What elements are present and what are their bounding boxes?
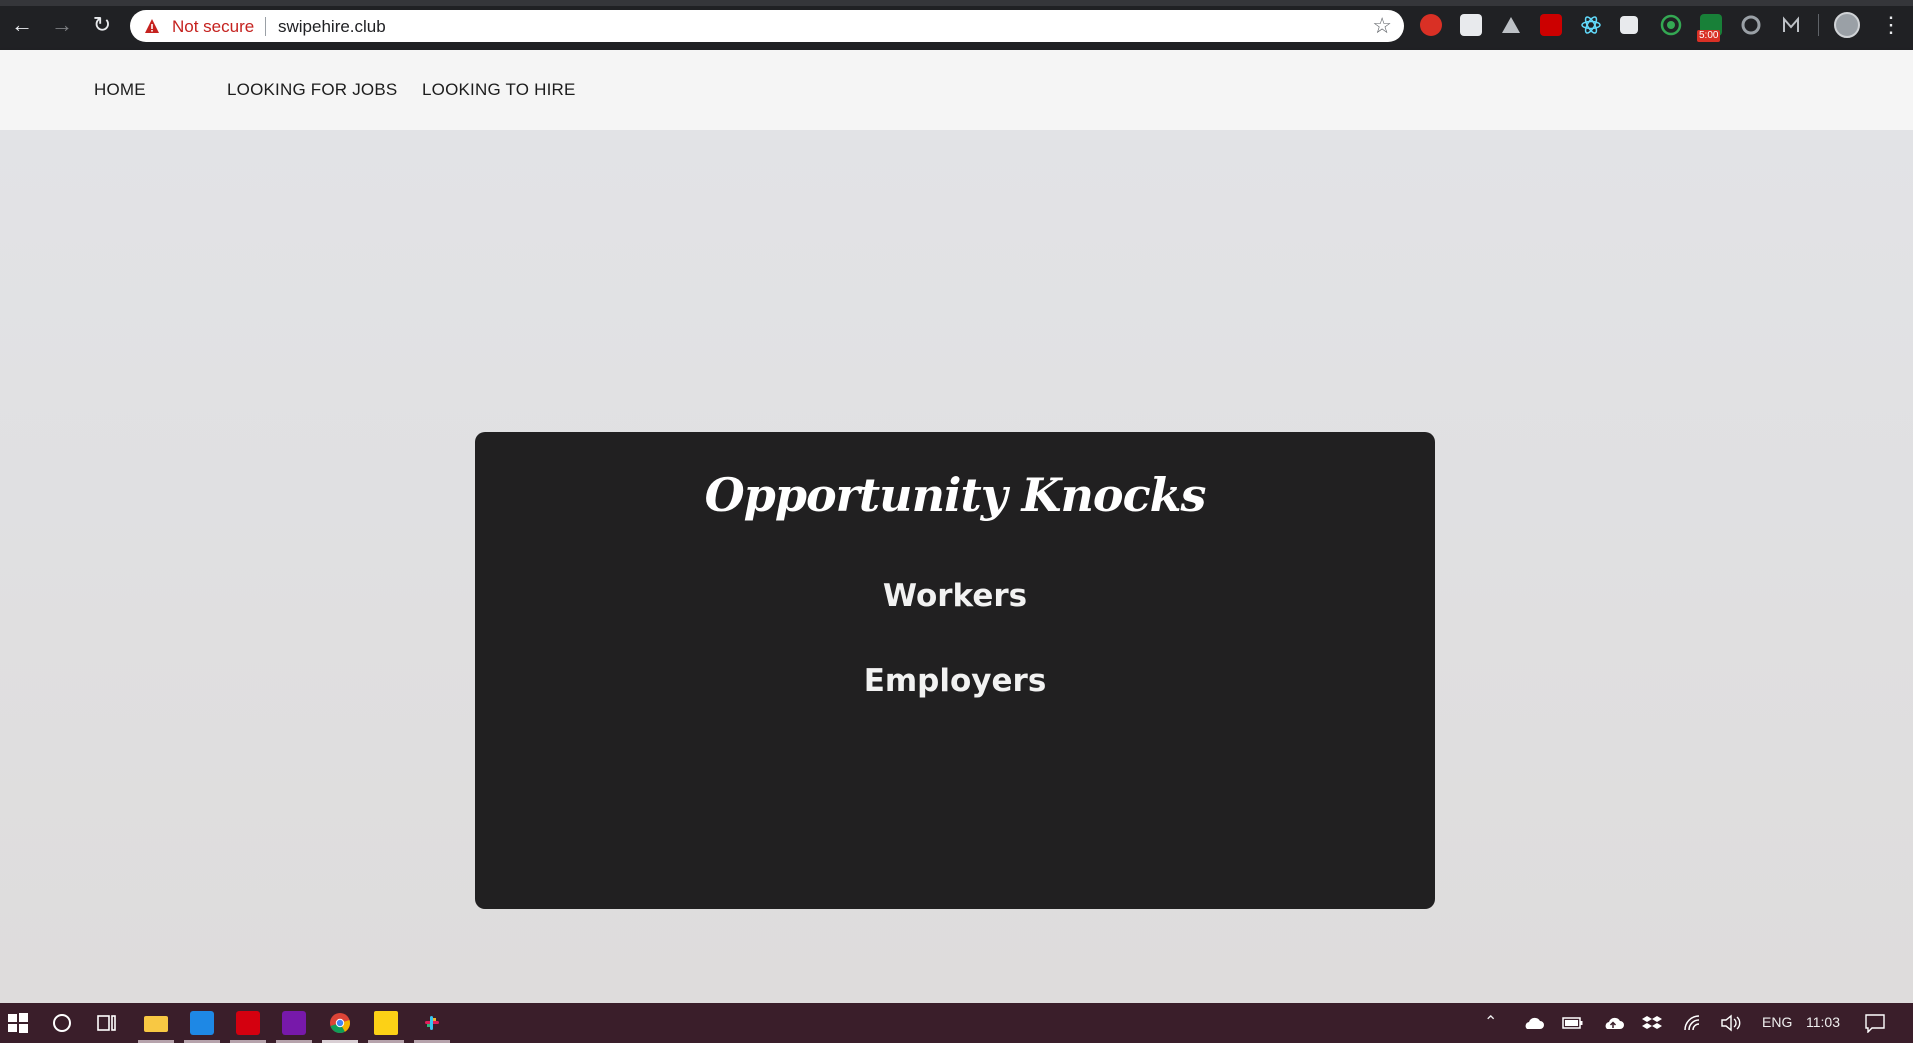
extension-grammarly-icon[interactable] xyxy=(1740,14,1762,36)
extension-grid-icon[interactable] xyxy=(1620,16,1638,34)
extension-adblock-icon[interactable] xyxy=(1420,14,1442,36)
extension-react-icon[interactable] xyxy=(1580,14,1602,36)
tab-strip-edge xyxy=(0,0,1913,6)
toolbar-divider xyxy=(1818,14,1819,36)
url-text[interactable]: swipehire.club xyxy=(278,17,386,37)
nav-looking-to-hire-link[interactable]: LOOKING TO HIRE xyxy=(422,80,576,100)
vscode-icon[interactable] xyxy=(190,1011,214,1035)
extension-target-icon[interactable] xyxy=(1660,14,1682,36)
address-bar[interactable]: Not secure swipehire.club ☆ xyxy=(130,10,1404,42)
hero-card: Opportunity Knocks Workers Employers xyxy=(475,432,1435,909)
profile-avatar[interactable] xyxy=(1834,12,1860,38)
acrobat-icon[interactable] xyxy=(236,1011,260,1035)
employers-link[interactable]: Employers xyxy=(475,663,1435,699)
extension-m-icon[interactable] xyxy=(1780,14,1802,36)
sticky-notes-icon[interactable] xyxy=(374,1011,398,1035)
security-status[interactable]: Not secure xyxy=(172,17,254,37)
windows-taskbar: ⌃ ENG 11:03 xyxy=(0,1003,1913,1043)
windows-start-icon[interactable] xyxy=(6,1011,30,1035)
nav-looking-for-jobs-link[interactable]: LOOKING FOR JOBS xyxy=(227,80,397,100)
site-navbar: HOME LOOKING FOR JOBS LOOKING TO HIRE xyxy=(0,50,1913,130)
search-circle-icon[interactable] xyxy=(50,1011,74,1035)
forward-arrow-icon[interactable]: → xyxy=(49,12,75,38)
action-center-icon[interactable] xyxy=(1864,1013,1886,1033)
reload-icon[interactable]: ↻ xyxy=(89,12,115,38)
workers-link[interactable]: Workers xyxy=(475,578,1435,614)
extension-timer-badge: 5:00 xyxy=(1697,30,1721,42)
slack-icon[interactable] xyxy=(420,1011,444,1035)
extension-video-icon[interactable] xyxy=(1540,14,1562,36)
omnibox-divider xyxy=(265,17,266,36)
back-arrow-icon[interactable]: ← xyxy=(9,12,35,38)
input-language-indicator[interactable]: ENG xyxy=(1762,1014,1792,1030)
wifi-icon[interactable] xyxy=(1683,1014,1703,1032)
volume-icon[interactable] xyxy=(1720,1014,1742,1032)
file-explorer-icon[interactable] xyxy=(144,1016,168,1032)
menu-dots-icon[interactable]: ⋮ xyxy=(1880,12,1902,38)
onedrive-cloud-icon[interactable] xyxy=(1522,1015,1544,1031)
hero-title: Opportunity Knocks xyxy=(704,468,1207,522)
clock[interactable]: 11:03 xyxy=(1806,1014,1840,1030)
warning-icon[interactable] xyxy=(144,18,160,34)
cloud-upload-icon[interactable] xyxy=(1602,1015,1624,1031)
chrome-icon[interactable] xyxy=(328,1011,352,1035)
extension-pocket-icon[interactable] xyxy=(1460,14,1482,36)
star-icon[interactable]: ☆ xyxy=(1372,14,1392,38)
battery-icon[interactable] xyxy=(1562,1015,1584,1031)
browser-toolbar: ← → ↻ Not secure swipehire.club ☆ 5:00 ⋮ xyxy=(0,0,1913,50)
nav-home-link[interactable]: HOME xyxy=(94,80,146,100)
task-view-icon[interactable] xyxy=(95,1011,119,1035)
dropbox-icon[interactable] xyxy=(1642,1014,1662,1032)
show-hidden-icons-chevron-icon[interactable]: ⌃ xyxy=(1484,1013,1497,1033)
extension-drive-icon[interactable] xyxy=(1500,14,1522,36)
onenote-icon[interactable] xyxy=(282,1011,306,1035)
